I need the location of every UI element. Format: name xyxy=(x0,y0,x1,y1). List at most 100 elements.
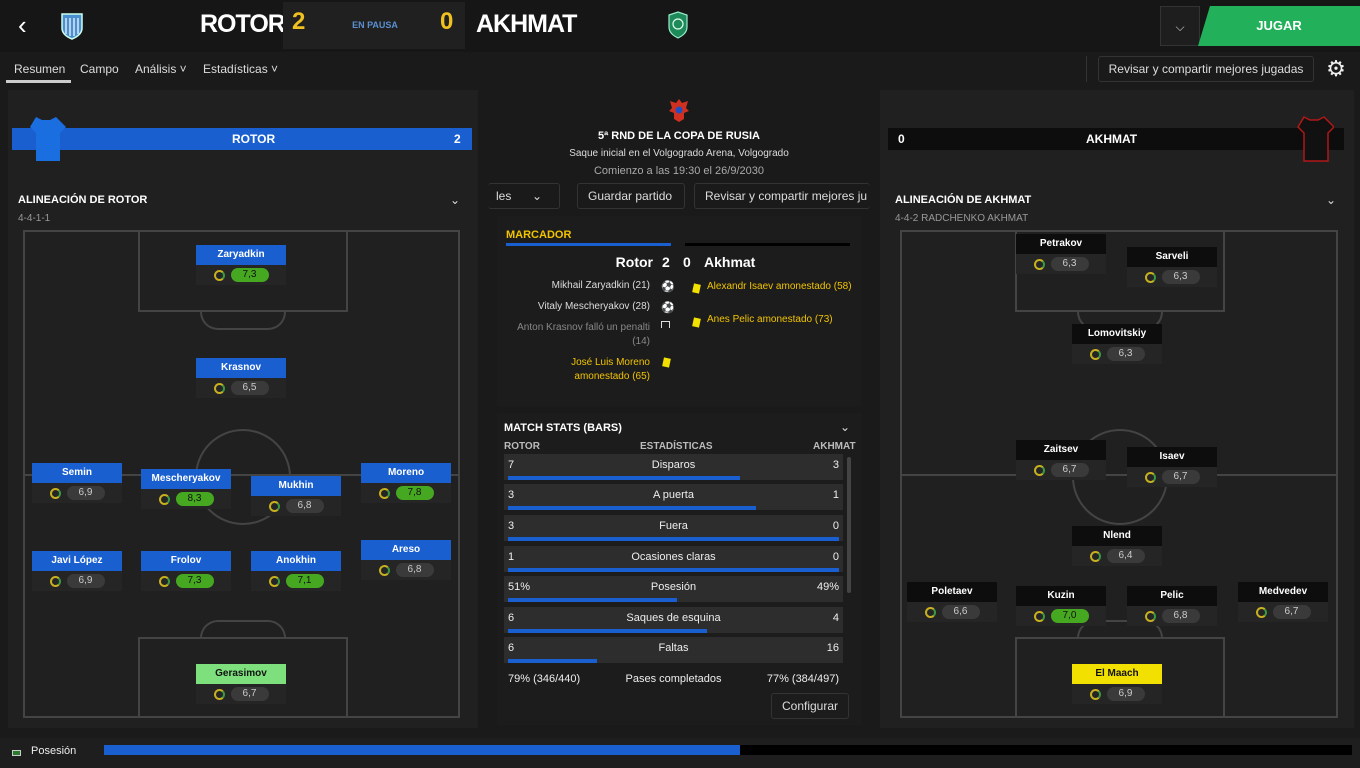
home-player-card[interactable]: Frolov 7,3 xyxy=(141,551,231,593)
home-bar-score: 2 xyxy=(454,132,461,146)
home-player-card[interactable]: Moreno 7,8 xyxy=(361,463,451,505)
away-player-card[interactable]: Medvedev 6,7 xyxy=(1238,582,1328,624)
home-player-card[interactable]: Mukhin 6,8 xyxy=(251,476,341,518)
player-name: Areso xyxy=(361,540,451,560)
player-name: Zaitsev xyxy=(1016,440,1106,460)
kickoff-time: Comienzo a las 19:30 el 26/9/2030 xyxy=(593,165,764,177)
player-rating-row: 6,5 xyxy=(196,378,286,398)
back-arrow-icon[interactable]: ‹ xyxy=(18,12,38,40)
options-dropdown[interactable]: les ⌄ xyxy=(488,183,560,209)
share-highlights-button[interactable]: Revisar y compartir mejores jugadas xyxy=(1098,56,1314,82)
tab-summary[interactable]: Resumen xyxy=(14,62,65,76)
stats-col-home: ROTOR xyxy=(504,441,540,452)
away-player-card[interactable]: Zaitsev 6,7 xyxy=(1016,440,1106,482)
away-team-name: AKHMAT xyxy=(476,10,577,38)
stat-away-value: 0 xyxy=(832,520,839,532)
play-button[interactable]: JUGAR xyxy=(1198,6,1360,46)
player-rating-row: 7,3 xyxy=(196,265,286,285)
stat-row: 6 Saques de esquina 4 xyxy=(504,607,843,633)
scorecard-home-score: 2 xyxy=(662,254,670,270)
home-player-card[interactable]: Zaryadkin 7,3 xyxy=(196,245,286,287)
stat-bar-fill xyxy=(508,537,839,541)
away-player-card[interactable]: Isaev 6,7 xyxy=(1127,447,1217,489)
stat-label: Ocasiones claras xyxy=(631,551,716,563)
stat-bar-fill xyxy=(508,568,839,572)
home-event: Vitaly Mescheryakov (28) xyxy=(537,301,650,312)
condition-icon xyxy=(1089,550,1101,562)
player-rating: 6,3 xyxy=(1106,347,1145,361)
player-rating-row: 6,7 xyxy=(1016,460,1106,480)
player-rating-row: 6,7 xyxy=(1238,602,1328,622)
player-name: Pelic xyxy=(1127,586,1217,606)
player-name: Nlend xyxy=(1072,526,1162,546)
away-player-card[interactable]: Pelic 6,8 xyxy=(1127,586,1217,628)
home-player-card[interactable]: Javi López 6,9 xyxy=(32,551,122,593)
home-player-card[interactable]: Mescheryakov 8,3 xyxy=(141,469,231,511)
tab-analysis[interactable]: Análisis ˅ xyxy=(135,62,187,76)
away-event: Alexandr Isaev amonestado (58) xyxy=(707,281,852,292)
away-lineup-title: ALINEACIÓN DE AKHMAT xyxy=(895,194,1032,206)
away-player-card[interactable]: El Maach 6,9 xyxy=(1072,664,1162,706)
player-name: Isaev xyxy=(1127,447,1217,467)
player-rating: 6,9 xyxy=(66,574,105,588)
rotor-crest-icon xyxy=(61,13,83,40)
scorecard-title: MARCADOR xyxy=(506,229,572,241)
stat-bar-fill xyxy=(508,476,740,480)
away-player-card[interactable]: Kuzin 7,0 xyxy=(1016,586,1106,628)
chevron-down-icon[interactable]: ⌄ xyxy=(450,193,460,207)
stat-label: Saques de esquina xyxy=(626,612,721,624)
condition-icon xyxy=(1089,688,1101,700)
home-player-card[interactable]: Gerasimov 6,7 xyxy=(196,664,286,706)
condition-icon xyxy=(1144,610,1156,622)
player-rating-row: 6,9 xyxy=(32,571,122,591)
home-player-card[interactable]: Areso 6,8 xyxy=(361,540,451,582)
player-rating: 8,3 xyxy=(175,492,214,506)
gear-icon[interactable]: ⚙ xyxy=(1322,55,1350,83)
away-player-card[interactable]: Poletaev 6,6 xyxy=(907,582,997,624)
scorecard: MARCADOR Rotor 2 0 Akhmat Mikhail Zaryad… xyxy=(497,216,862,406)
chevron-down-icon: ⌄ xyxy=(532,189,543,203)
stat-label: Posesión xyxy=(650,581,697,593)
away-player-card[interactable]: Sarveli 6,3 xyxy=(1127,247,1217,289)
player-name: Moreno xyxy=(361,463,451,483)
venue-text: Saque inicial en el Volgogrado Arena, Vo… xyxy=(569,148,789,159)
possession-track xyxy=(104,745,1352,755)
competition-title: 5ª RND DE LA COPA DE RUSIA xyxy=(598,130,760,142)
chevron-down-icon[interactable]: ⌵ xyxy=(1160,6,1200,46)
stats-title: MATCH STATS (BARS) xyxy=(504,422,622,434)
away-player-card[interactable]: Petrakov 6,3 xyxy=(1016,234,1106,276)
player-rating: 7,8 xyxy=(395,486,434,500)
possession-label: Posesión xyxy=(31,745,77,757)
player-rating-row: 6,8 xyxy=(361,560,451,580)
configure-button[interactable]: Configurar xyxy=(771,693,849,719)
home-formation: 4-4-1-1 xyxy=(18,213,51,224)
away-player-card[interactable]: Nlend 6,4 xyxy=(1072,526,1162,568)
player-name: Semin xyxy=(32,463,122,483)
chevron-down-icon[interactable]: ⌄ xyxy=(1326,193,1336,207)
tab-stats[interactable]: Estadísticas ˅ xyxy=(203,62,278,76)
player-rating: 7,3 xyxy=(175,574,214,588)
stats-scrollbar[interactable] xyxy=(847,457,851,593)
player-rating-row: 7,0 xyxy=(1016,606,1106,626)
stat-bar-fill xyxy=(508,506,757,510)
home-player-card[interactable]: Semin 6,9 xyxy=(32,463,122,505)
player-rating: 6,7 xyxy=(1272,605,1311,619)
player-rating-row: 7,8 xyxy=(361,483,451,503)
akhmat-crest-icon xyxy=(668,11,688,39)
tab-pitch[interactable]: Campo xyxy=(80,62,119,76)
away-score: 0 xyxy=(440,8,454,35)
away-bar-name: AKHMAT xyxy=(1086,132,1138,146)
share-highlights-button[interactable]: Revisar y compartir mejores ju xyxy=(694,183,870,209)
chevron-down-icon[interactable]: ⌄ xyxy=(840,420,850,434)
save-match-button[interactable]: Guardar partido xyxy=(577,183,685,209)
player-rating: 6,7 xyxy=(230,687,269,701)
player-name: Anokhin xyxy=(251,551,341,571)
away-event: Anes Pelic amonestado (73) xyxy=(707,314,833,325)
possession-footer: Posesión xyxy=(0,738,1360,768)
away-player-card[interactable]: Lomovitskiy 6,3 xyxy=(1072,324,1162,366)
player-rating: 6,8 xyxy=(285,499,324,513)
player-name: Zaryadkin xyxy=(196,245,286,265)
home-player-card[interactable]: Krasnov 6,5 xyxy=(196,358,286,400)
away-accent-bar xyxy=(685,243,850,246)
home-player-card[interactable]: Anokhin 7,1 xyxy=(251,551,341,593)
